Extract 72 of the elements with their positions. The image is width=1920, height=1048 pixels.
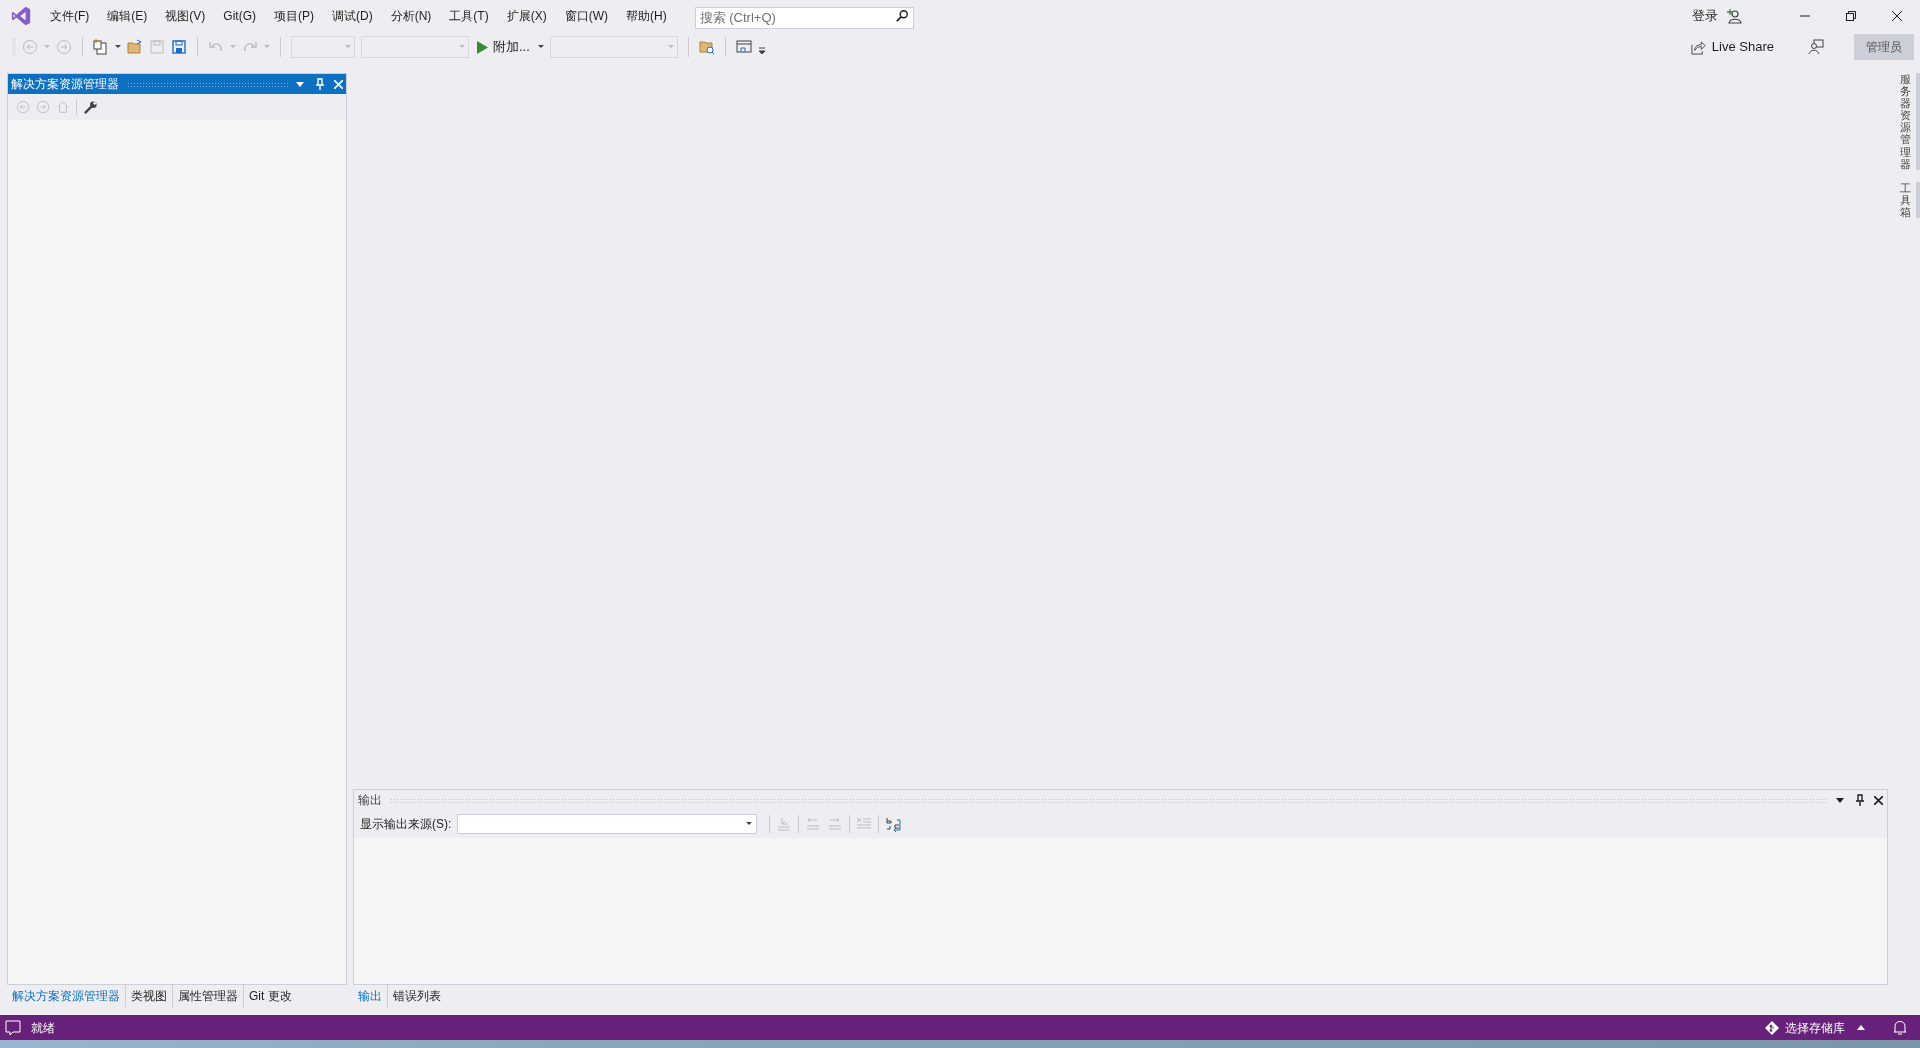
menu-item[interactable]: 帮助(H) [618,4,675,28]
panel-title: 解决方案资源管理器 [11,76,119,93]
dropdown-caret-icon[interactable] [537,45,544,49]
platform-dropdown[interactable] [361,36,469,58]
open-folder-icon[interactable] [127,39,143,55]
save-icon[interactable] [149,39,165,55]
admin-badge: 管理员 [1854,34,1914,60]
panel-tab[interactable]: 解决方案资源管理器 [7,985,125,1007]
menu-item[interactable]: 文件(F) [42,4,98,28]
next-message-icon[interactable] [827,816,844,832]
git-icon [1765,1020,1779,1035]
forward-icon[interactable] [56,39,72,55]
side-tab[interactable]: 工具箱 [1900,181,1911,219]
share-icon [1690,39,1706,55]
caret-up-icon [1857,1025,1865,1030]
output-source-label: 显示输出来源(S): [360,816,452,833]
feedback-icon[interactable] [1808,39,1824,55]
save-all-icon[interactable] [171,39,187,55]
menu-item[interactable]: 调试(D) [324,4,381,28]
output-source-dropdown[interactable] [457,814,758,834]
panel-tab[interactable]: 类视图 [125,985,172,1007]
dropdown-caret-icon [746,822,753,826]
panel-tab[interactable]: 错误列表 [387,985,446,1007]
close-icon[interactable] [1874,795,1883,805]
panel-tab[interactable]: 属性管理器 [172,985,243,1007]
configuration-dropdown[interactable] [291,36,355,58]
new-project-icon[interactable] [93,39,109,55]
dropdown-caret-icon[interactable] [1836,797,1844,803]
side-tab[interactable]: 服务器资源管理器 [1900,73,1911,170]
previous-message-icon[interactable] [805,816,822,832]
repository-button[interactable]: 选择存储库 [1761,1016,1869,1039]
word-wrap-icon[interactable] [885,816,902,832]
search-icon [894,9,909,23]
logo-icon [10,5,32,27]
pin-icon[interactable] [1856,794,1864,806]
panel-tab[interactable]: 输出 [353,985,387,1007]
add-user-icon[interactable] [1726,8,1742,24]
attach-button[interactable]: 附加... [475,36,532,58]
menu-item[interactable]: Git(G) [215,4,264,28]
menu-item[interactable]: 工具(T) [441,4,497,28]
message-icon [5,1019,21,1036]
forward-icon[interactable] [36,100,50,114]
dropdown-caret-icon [459,45,465,49]
folder-search-icon[interactable] [698,39,715,55]
menu-item[interactable]: 窗口(W) [556,4,616,28]
panel-title: 输出 [358,792,382,809]
back-icon[interactable] [16,100,30,114]
menu-item[interactable]: 编辑(E) [99,4,156,28]
overflow-icon[interactable] [757,47,766,55]
restore-icon [1846,11,1856,21]
back-icon[interactable] [22,39,38,55]
dropdown-caret-icon[interactable] [115,45,121,49]
wrench-icon[interactable] [83,99,98,115]
sign-in-link[interactable]: 登录 [1692,6,1718,26]
menu-item[interactable]: 扩展(X) [498,4,555,28]
menu-item[interactable]: 分析(N) [382,4,440,28]
dropdown-caret-icon [667,45,674,49]
play-icon [477,40,488,54]
window-layout-icon[interactable] [735,39,752,55]
notification-bell-icon[interactable] [1893,1019,1907,1036]
live-share-button[interactable]: Live Share [1686,35,1778,59]
search-field[interactable]: 搜索 (Ctrl+Q) [694,6,914,29]
target-dropdown[interactable] [549,36,678,58]
home-icon[interactable] [56,100,70,114]
menu-item[interactable]: 视图(V) [157,4,214,28]
go-to-location-icon[interactable] [776,816,793,832]
status-text: 就绪 [31,1019,55,1037]
menu-item[interactable]: 项目(P) [266,4,322,28]
panel-tab[interactable]: Git 更改 [243,985,297,1007]
close-icon [1892,11,1902,21]
clear-all-icon[interactable] [856,816,873,832]
dropdown-caret-icon [345,45,351,49]
